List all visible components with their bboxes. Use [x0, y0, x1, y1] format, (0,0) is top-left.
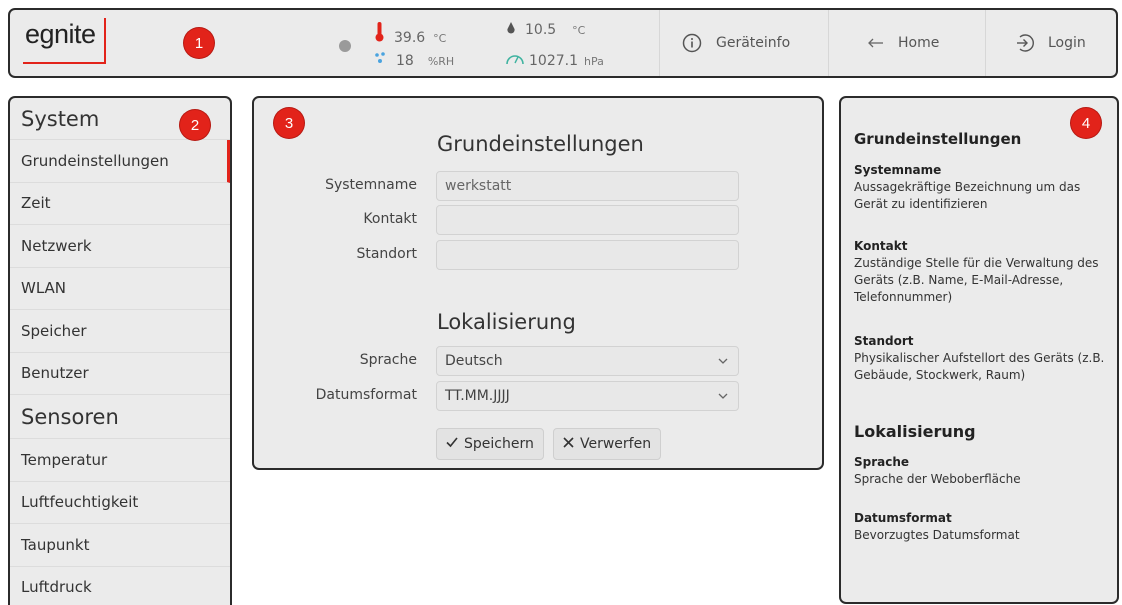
annotation-marker-2: 2	[180, 110, 210, 140]
form-section-title-localization: Lokalisierung	[437, 310, 576, 334]
device-info-button[interactable]: Geräteinfo	[682, 10, 790, 76]
header-divider	[985, 10, 986, 76]
kontakt-label: Kontakt	[363, 211, 417, 227]
save-button[interactable]: Speichern	[436, 428, 544, 460]
home-button[interactable]: Home	[868, 10, 939, 76]
help-term-datumsformat: Datumsformat	[854, 511, 952, 525]
sidebar-item-wlan[interactable]: WLAN	[10, 268, 230, 310]
top-navbar: egnite 1 39.6 °C 18 %RH 10.5 °C 1027.1 h…	[8, 8, 1118, 78]
header-divider	[659, 10, 660, 76]
standort-label: Standort	[356, 246, 417, 262]
systemname-input[interactable]: werkstatt	[436, 171, 739, 201]
datumsformat-label: Datumsformat	[315, 387, 417, 403]
help-desc-datumsformat: Bevorzugtes Datumsformat	[854, 528, 1020, 542]
sidebar-item-netzwerk[interactable]: Netzwerk	[10, 225, 230, 268]
sidebar-item-zeit[interactable]: Zeit	[10, 183, 230, 225]
kontakt-row: Kontakt	[254, 205, 822, 235]
status-indicator	[339, 40, 351, 52]
temperature-reading: 39.6 °C	[375, 22, 446, 46]
help-term-standort: Standort	[854, 334, 914, 348]
help-desc-kontakt: Zuständige Stelle für die Verwaltung des…	[854, 256, 1099, 304]
form-section-title-basic: Grundeinstellungen	[437, 132, 644, 156]
sidebar: System Grundeinstellungen Zeit Netzwerk …	[8, 96, 232, 605]
checkmark-icon	[446, 436, 458, 452]
info-icon	[682, 33, 702, 53]
datumsformat-row: Datumsformat TT.MM.JJJJ	[254, 381, 822, 411]
help-panel: 4 Grundeinstellungen Systemname Aussagek…	[839, 96, 1119, 604]
arrow-left-icon	[868, 38, 884, 48]
help-desc-standort: Physikalischer Aufstellort des Geräts (z…	[854, 351, 1105, 382]
annotation-marker-1: 1	[184, 28, 214, 58]
gauge-icon	[505, 51, 525, 69]
sprache-row: Sprache Deutsch	[254, 346, 822, 376]
systemname-row: Systemname werkstatt	[254, 171, 822, 201]
discard-button[interactable]: Verwerfen	[553, 428, 662, 460]
datumsformat-select[interactable]: TT.MM.JJJJ	[436, 381, 739, 411]
kontakt-input[interactable]	[436, 205, 739, 235]
help-term-kontakt: Kontakt	[854, 239, 908, 253]
drop-icon	[507, 22, 515, 38]
sprache-selected-value: Deutsch	[445, 353, 503, 369]
humidity-drops-icon	[374, 51, 386, 69]
standort-input[interactable]	[436, 240, 739, 270]
logo-text: egnite	[25, 19, 96, 49]
sidebar-item-benutzer[interactable]: Benutzer	[10, 353, 230, 395]
sidebar-item-grundeinstellungen[interactable]: Grundeinstellungen	[10, 140, 230, 183]
standort-row: Standort	[254, 240, 822, 270]
sidebar-item-taupunkt[interactable]: Taupunkt	[10, 524, 230, 567]
help-title-basic: Grundeinstellungen	[854, 130, 1022, 148]
humidity-reading: 18 %RH	[374, 51, 454, 69]
sidebar-item-temperatur[interactable]: Temperatur	[10, 439, 230, 482]
sprache-label: Sprache	[359, 352, 417, 368]
login-button[interactable]: Login	[1014, 10, 1086, 76]
pressure-reading: 1027.1 hPa	[505, 51, 604, 69]
thermometer-icon	[375, 22, 384, 46]
sprache-select[interactable]: Deutsch	[436, 346, 739, 376]
chevron-down-icon	[718, 391, 728, 402]
sidebar-heading-sensoren: Sensoren	[10, 395, 230, 439]
systemname-label: Systemname	[325, 177, 417, 193]
help-term-sprache: Sprache	[854, 455, 910, 469]
header-divider	[828, 10, 829, 76]
annotation-marker-3: 3	[274, 108, 304, 138]
dewpoint-reading: 10.5 °C	[507, 22, 585, 38]
sidebar-item-luftdruck[interactable]: Luftdruck	[10, 567, 230, 605]
sidebar-item-luftfeuchtigkeit[interactable]: Luftfeuchtigkeit	[10, 482, 230, 524]
settings-form-panel: 3 Grundeinstellungen Systemname werkstat…	[252, 96, 824, 470]
help-desc-systemname: Aussagekräftige Bezeichnung um das Gerät…	[854, 180, 1081, 211]
chevron-down-icon	[718, 356, 728, 367]
login-icon	[1014, 33, 1034, 53]
sidebar-item-speicher[interactable]: Speicher	[10, 310, 230, 353]
close-icon	[563, 436, 574, 452]
help-term-systemname: Systemname	[854, 163, 942, 177]
egnite-logo[interactable]: egnite	[23, 18, 106, 64]
annotation-marker-4: 4	[1071, 108, 1101, 138]
datumsformat-selected-value: TT.MM.JJJJ	[445, 388, 510, 404]
help-desc-sprache: Sprache der Weboberfläche	[854, 472, 1021, 486]
help-title-localization: Lokalisierung	[854, 422, 976, 441]
